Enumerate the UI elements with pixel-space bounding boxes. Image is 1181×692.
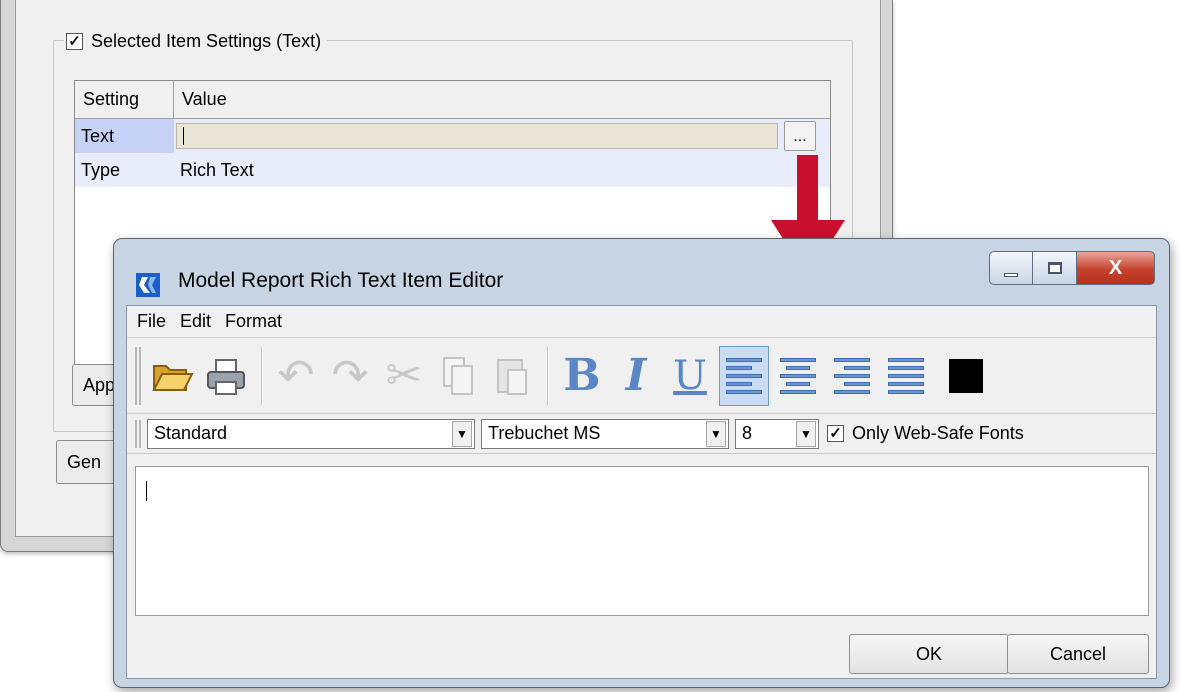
open-button[interactable] bbox=[147, 346, 197, 406]
paste-icon bbox=[497, 358, 527, 395]
italic-button[interactable]: I bbox=[611, 346, 661, 406]
cut-button[interactable]: ✂ bbox=[379, 346, 429, 406]
align-justify-button[interactable] bbox=[881, 346, 931, 406]
paste-button[interactable] bbox=[487, 346, 537, 406]
text-caret bbox=[146, 481, 147, 501]
rich-text-editor-window: Model Report Rich Text Item Editor X Fil… bbox=[113, 238, 1170, 688]
align-left-button[interactable] bbox=[719, 345, 769, 406]
print-icon bbox=[207, 358, 245, 395]
italic-icon: I bbox=[625, 350, 647, 401]
font-select[interactable]: Trebuchet MS ▼ bbox=[481, 418, 729, 449]
redo-icon: ↷ bbox=[331, 350, 369, 400]
fontbar-grip[interactable] bbox=[135, 419, 141, 448]
undo-button[interactable]: ↶ bbox=[271, 346, 321, 406]
align-right-icon bbox=[834, 357, 870, 394]
align-center-button[interactable] bbox=[773, 346, 823, 406]
rich-text-editing-area[interactable] bbox=[135, 466, 1149, 616]
font-select-value: Trebuchet MS bbox=[488, 423, 601, 443]
table-row[interactable]: Type Rich Text bbox=[75, 153, 830, 187]
toolbar-separator bbox=[547, 346, 549, 405]
setting-cell[interactable]: Type bbox=[75, 160, 174, 181]
web-safe-checkbox[interactable]: ✓ bbox=[827, 425, 844, 442]
minimize-icon bbox=[1004, 273, 1018, 277]
align-left-icon bbox=[726, 357, 762, 394]
underline-button[interactable]: U bbox=[665, 346, 715, 406]
group-title: Selected Item Settings (Text) bbox=[91, 30, 322, 51]
setting-cell[interactable]: Text bbox=[75, 119, 174, 153]
window-title: Model Report Rich Text Item Editor bbox=[178, 269, 504, 292]
undo-icon: ↶ bbox=[277, 350, 315, 400]
close-button[interactable]: X bbox=[1077, 251, 1155, 285]
cancel-button[interactable]: Cancel bbox=[1007, 634, 1149, 674]
bold-button[interactable]: B bbox=[557, 346, 607, 406]
minimize-button[interactable] bbox=[989, 251, 1033, 285]
bold-icon: B bbox=[563, 350, 601, 401]
menu-file[interactable]: File bbox=[137, 311, 166, 332]
align-center-icon bbox=[780, 357, 816, 394]
table-header: Setting Value bbox=[75, 81, 830, 119]
style-select[interactable]: Standard ▼ bbox=[147, 418, 475, 449]
size-select-value: 8 bbox=[742, 423, 753, 443]
group-header: ✓ Selected Item Settings (Text) bbox=[64, 28, 328, 54]
web-safe-label: Only Web-Safe Fonts bbox=[852, 423, 1024, 443]
copy-button[interactable] bbox=[433, 346, 483, 406]
editor-client-area: File Edit Format ↶ ↷ ✂ B I U Standard ▼ … bbox=[126, 305, 1157, 679]
web-safe-option[interactable]: ✓ Only Web-Safe Fonts bbox=[827, 423, 1024, 444]
align-justify-icon bbox=[888, 357, 924, 394]
close-icon: X bbox=[1108, 256, 1123, 279]
window-controls: X bbox=[989, 251, 1155, 285]
copy-icon bbox=[443, 356, 473, 395]
maximize-button[interactable] bbox=[1033, 251, 1077, 285]
size-select[interactable]: 8 ▼ bbox=[735, 418, 819, 449]
maximize-icon bbox=[1047, 262, 1062, 274]
value-cell[interactable]: Rich Text bbox=[174, 160, 830, 181]
underline-icon: U bbox=[673, 352, 707, 399]
chevron-down-icon[interactable]: ▼ bbox=[796, 420, 816, 447]
menu-edit[interactable]: Edit bbox=[180, 311, 211, 332]
column-header-value[interactable]: Value bbox=[174, 81, 830, 118]
pointer-arrow-shaft bbox=[797, 155, 818, 223]
column-header-setting[interactable]: Setting bbox=[75, 81, 174, 118]
font-toolbar: Standard ▼ Trebuchet MS ▼ 8 ▼ ✓ Only Web… bbox=[127, 414, 1156, 454]
toolbar-separator bbox=[261, 346, 263, 405]
group-enable-checkbox[interactable]: ✓ bbox=[66, 32, 83, 50]
ellipsis-button[interactable]: ... bbox=[784, 121, 816, 151]
menu-format[interactable]: Format bbox=[225, 311, 282, 332]
align-right-button[interactable] bbox=[827, 346, 877, 406]
chevron-down-icon[interactable]: ▼ bbox=[706, 420, 726, 447]
redo-button[interactable]: ↷ bbox=[325, 346, 375, 406]
menu-bar: File Edit Format bbox=[127, 306, 1156, 338]
title-bar[interactable]: Model Report Rich Text Item Editor X bbox=[114, 239, 1169, 303]
text-color-icon[interactable] bbox=[949, 358, 983, 393]
cut-icon: ✂ bbox=[385, 350, 423, 400]
toolbar-grip[interactable] bbox=[135, 346, 141, 405]
open-folder-icon bbox=[152, 364, 194, 391]
ok-button[interactable]: OK bbox=[849, 634, 1009, 674]
table-row[interactable]: Text ... bbox=[75, 119, 830, 153]
chevron-down-icon[interactable]: ▼ bbox=[452, 420, 472, 447]
text-value-field[interactable] bbox=[176, 123, 778, 149]
print-button[interactable] bbox=[201, 346, 251, 406]
app-logo-icon bbox=[136, 273, 160, 297]
formatting-toolbar: ↶ ↷ ✂ B I U bbox=[127, 338, 1156, 414]
style-select-value: Standard bbox=[154, 423, 228, 443]
